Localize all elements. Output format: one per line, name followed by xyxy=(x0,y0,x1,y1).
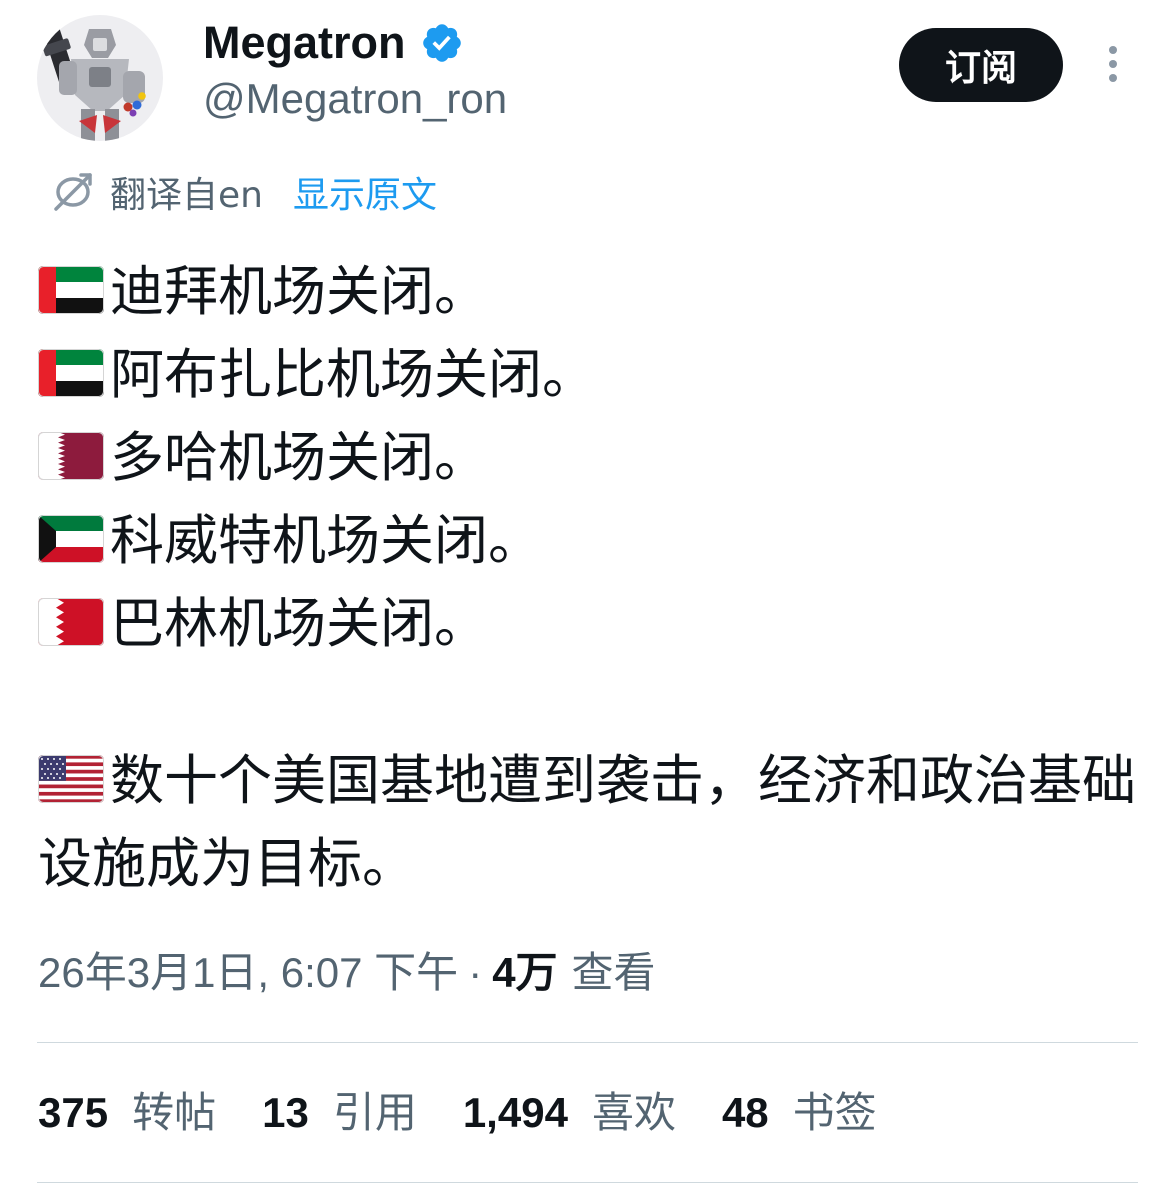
timestamp[interactable]: 26年3月1日, 6:07 下午 xyxy=(38,949,458,996)
stat-label: 引用 xyxy=(332,1089,417,1136)
subscribe-button[interactable]: 订阅 xyxy=(899,28,1063,102)
stat-count: 375 xyxy=(38,1089,109,1136)
kuwait-flag-icon xyxy=(38,515,104,563)
tweet-line-text: 多哈机场关闭。 xyxy=(110,426,488,489)
translation-row: 翻译自en 显示原文 xyxy=(50,168,437,216)
engagement-stats: 375 转帖 13 引用 1,494 喜欢 48 书签 xyxy=(38,1090,923,1136)
translate-icon xyxy=(54,173,92,211)
divider xyxy=(37,1182,1138,1183)
avatar[interactable] xyxy=(37,15,163,141)
tweet-text: 迪拜机场关闭。 阿布扎比机场关闭。 多哈机场关闭。 科威特机场关闭。 巴林机场关… xyxy=(38,250,1138,905)
tweet-line: 多哈机场关闭。 xyxy=(38,416,1138,499)
usa-flag-icon xyxy=(38,755,104,803)
meta-separator: · xyxy=(468,949,483,996)
views-label: 查看 xyxy=(571,949,656,996)
more-vertical-icon[interactable] xyxy=(1100,40,1126,88)
tweet-line-text: 巴林机场关闭。 xyxy=(110,592,488,655)
stat-bookmarks[interactable]: 48 书签 xyxy=(722,1090,877,1136)
display-name[interactable]: Megatron xyxy=(203,18,406,68)
stat-count: 1,494 xyxy=(462,1089,568,1136)
tweet-line: 巴林机场关闭。 xyxy=(38,582,1138,665)
uae-flag-icon xyxy=(38,349,104,397)
translated-from-label: 翻译自en xyxy=(110,175,263,216)
stat-count: 48 xyxy=(721,1089,769,1136)
tweet-line: 阿布扎比机场关闭。 xyxy=(38,333,1138,416)
stat-label: 转帖 xyxy=(132,1089,217,1136)
show-original-link[interactable]: 显示原文 xyxy=(293,166,437,218)
qatar-flag-icon xyxy=(38,432,104,480)
verified-badge-icon xyxy=(422,24,461,62)
stat-label: 书签 xyxy=(792,1089,877,1136)
tweet-line-text: 迪拜机场关闭。 xyxy=(110,260,488,323)
tweet-line-text: 科威特机场关闭。 xyxy=(110,509,542,572)
author-name-row: Megatron xyxy=(203,18,464,68)
stat-quotes[interactable]: 13 引用 xyxy=(262,1090,417,1136)
tweet-meta: 26年3月1日, 6:07 下午 · 4万 查看 xyxy=(38,950,656,996)
tweet-line: 科威特机场关闭。 xyxy=(38,499,1138,582)
bahrain-flag-icon xyxy=(38,598,104,646)
tweet-paragraph: 数十个美国基地遭到袭击，经济和政治基础设施成为目标。 xyxy=(38,739,1138,905)
tweet-line-text: 阿布扎比机场关闭。 xyxy=(110,343,596,406)
stat-count: 13 xyxy=(262,1089,309,1136)
tweet-paragraph-text: 数十个美国基地遭到袭击，经济和政治基础设施成为目标。 xyxy=(38,749,1136,895)
divider xyxy=(37,1042,1138,1043)
tweet-line: 迪拜机场关闭。 xyxy=(38,250,1138,333)
stat-likes[interactable]: 1,494 喜欢 xyxy=(463,1090,676,1136)
author-handle[interactable]: @Megatron_ron xyxy=(203,74,507,124)
avatar-image xyxy=(37,15,163,141)
stat-label: 喜欢 xyxy=(591,1089,676,1136)
stat-reposts[interactable]: 375 转帖 xyxy=(38,1090,216,1136)
views-count: 4万 xyxy=(492,949,558,996)
uae-flag-icon xyxy=(38,266,104,314)
